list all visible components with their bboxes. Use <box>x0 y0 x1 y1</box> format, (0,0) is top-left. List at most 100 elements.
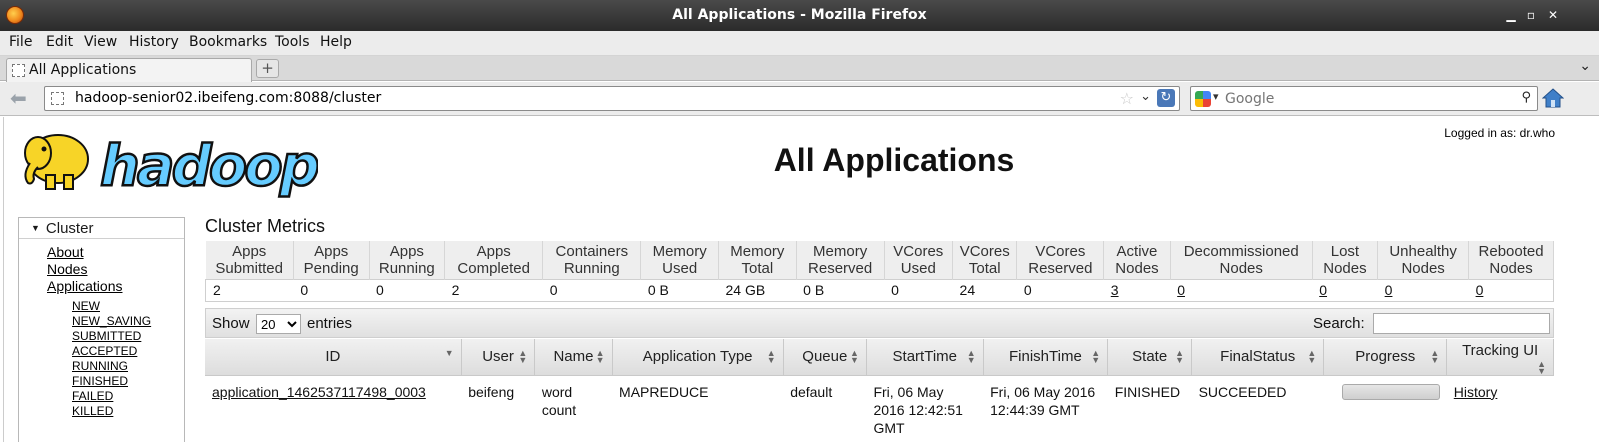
sidebar-state-finished[interactable]: FINISHED <box>72 374 128 388</box>
sort-both-icon: ▲ ▼ <box>1307 348 1317 365</box>
metric-header: Unhealthy Nodes <box>1377 241 1470 279</box>
sidebar-cluster-header[interactable]: ▼ Cluster <box>19 218 184 239</box>
column-header-state[interactable]: State ▲ ▼ <box>1107 339 1193 376</box>
metric-value: 0 <box>542 278 641 302</box>
metric-header: Memory Used <box>640 241 720 279</box>
menu-help[interactable]: Help <box>320 34 352 50</box>
google-engine-icon[interactable] <box>1195 91 1211 107</box>
lost-nodes-link[interactable]: 0 <box>1319 282 1327 298</box>
app-starttime-cell: Fri, 06 May 2016 12:42:51 GMT <box>873 383 963 436</box>
applications-table: ID ▼ User ▲ ▼ Name ▲ ▼ Application Type ▲ ▼ Que… <box>205 339 1554 442</box>
metric-value-link: 0 <box>1377 278 1469 302</box>
search-bar[interactable]: ▾ ⚲ <box>1190 86 1538 111</box>
svg-text:hadoop: hadoop <box>100 134 318 199</box>
sidebar-item-about[interactable]: About <box>47 244 84 260</box>
back-arrow-icon[interactable]: ⬅ <box>10 88 32 110</box>
menu-view[interactable]: View <box>84 34 117 50</box>
column-header-user[interactable]: User ▲ ▼ <box>461 339 536 376</box>
sort-both-icon: ▲ ▼ <box>1430 348 1440 365</box>
metric-header: Apps Completed <box>444 241 544 279</box>
menu-bar: File Edit View History Bookmarks Tools H… <box>0 31 1599 56</box>
menu-bookmarks[interactable]: Bookmarks <box>189 34 267 50</box>
sort-both-icon: ▲ ▼ <box>1091 348 1101 365</box>
menu-history[interactable]: History <box>129 34 179 50</box>
metric-header: VCores Used <box>884 241 954 279</box>
active-nodes-link[interactable]: 3 <box>1111 282 1119 298</box>
metric-header: Active Nodes <box>1103 241 1171 279</box>
metric-value: 0 <box>1016 278 1104 302</box>
unhealthy-nodes-link[interactable]: 0 <box>1385 282 1393 298</box>
url-history-chevron-icon[interactable]: ⌄ <box>1140 89 1151 104</box>
hadoop-logo[interactable]: hadoop <box>18 123 318 199</box>
page-content: hadoop Logged in as: dr.who All Applicat… <box>3 117 1567 442</box>
window-titlebar: All Applications - Mozilla Firefox ▁ ▫ ✕ <box>0 0 1599 31</box>
menu-tools[interactable]: Tools <box>275 34 310 50</box>
tab-list-chevron-icon[interactable]: ⌄ <box>1579 58 1591 74</box>
cluster-metrics-title: Cluster Metrics <box>205 216 326 236</box>
app-queue-cell: default <box>790 383 833 400</box>
sidebar-state-submitted[interactable]: SUBMITTED <box>72 329 141 343</box>
metric-header: Memory Reserved <box>796 241 885 279</box>
metric-header: Apps Pending <box>293 241 370 279</box>
table-search-input[interactable] <box>1373 313 1550 334</box>
engine-dropdown-icon[interactable]: ▾ <box>1213 90 1219 103</box>
maximize-button[interactable]: ▫ <box>1522 7 1540 23</box>
reload-icon[interactable]: ↻ <box>1157 89 1175 107</box>
column-header-label: User <box>482 348 514 366</box>
sort-desc-icon: ▼ <box>444 348 454 358</box>
menu-edit[interactable]: Edit <box>46 34 73 50</box>
sidebar-header-label: Cluster <box>45 220 94 237</box>
sidebar-item-applications[interactable]: Applications <box>47 278 123 294</box>
metric-header: VCores Total <box>952 241 1018 279</box>
sidebar-state-killed[interactable]: KILLED <box>72 404 113 418</box>
sidebar-state-failed[interactable]: FAILED <box>72 389 113 403</box>
home-icon[interactable] <box>1541 88 1565 108</box>
column-header-name[interactable]: Name ▲ ▼ <box>534 339 613 376</box>
column-header-starttime[interactable]: StartTime ▲ ▼ <box>866 339 984 376</box>
sidebar-item-nodes[interactable]: Nodes <box>47 261 87 277</box>
progress-bar <box>1341 383 1440 400</box>
url-bar[interactable]: hadoop-senior02.ibeifeng.com:8088/cluste… <box>44 86 1180 111</box>
sort-both-icon: ▲ ▼ <box>1537 359 1546 376</box>
sidebar: ▼ Cluster About Nodes Applications NEW NE… <box>18 217 185 442</box>
sidebar-state-new[interactable]: NEW <box>72 299 100 313</box>
metric-value: 24 <box>952 278 1017 302</box>
site-identity-icon <box>51 92 64 105</box>
app-id-link[interactable]: application_1462537117498_0003 <box>212 384 426 400</box>
column-header-application-type[interactable]: Application Type ▲ ▼ <box>612 339 784 376</box>
sidebar-state-new-saving[interactable]: NEW_SAVING <box>72 314 151 328</box>
column-header-tracking-ui[interactable]: Tracking UI ▲ ▼ <box>1446 339 1554 376</box>
sidebar-state-accepted[interactable]: ACCEPTED <box>72 344 137 358</box>
column-header-finalstatus[interactable]: FinalStatus ▲ ▼ <box>1191 339 1325 376</box>
column-header-queue[interactable]: Queue ▲ ▼ <box>783 339 867 376</box>
sort-both-icon: ▲ ▼ <box>850 348 859 365</box>
column-header-id[interactable]: ID ▼ <box>205 339 462 376</box>
metric-value: 2 <box>444 278 543 302</box>
web-search-input[interactable] <box>1225 89 1505 108</box>
tracking-history-link[interactable]: History <box>1454 384 1498 400</box>
close-button[interactable]: ✕ <box>1544 7 1562 23</box>
table-row: application_1462537117498_0003 beifeng w… <box>205 375 1554 442</box>
metric-header: Lost Nodes <box>1312 241 1379 279</box>
metric-value-link: 0 <box>1170 278 1313 302</box>
column-header-label: ID <box>325 348 341 366</box>
tab-all-applications[interactable]: All Applications <box>6 58 252 82</box>
column-header-progress[interactable]: Progress ▲ ▼ <box>1323 339 1448 376</box>
sidebar-state-running[interactable]: RUNNING <box>72 359 128 373</box>
url-text[interactable]: hadoop-senior02.ibeifeng.com:8088/cluste… <box>75 90 381 106</box>
decommissioned-nodes-link[interactable]: 0 <box>1177 282 1185 298</box>
entries-per-page-select[interactable]: 20 <box>256 314 301 334</box>
app-id-cell: application_1462537117498_0003 <box>205 375 461 442</box>
minimize-button[interactable]: ▁ <box>1502 7 1520 23</box>
sort-both-icon: ▲ ▼ <box>595 348 605 365</box>
page-title: All Applications <box>773 142 1015 178</box>
bookmark-star-icon[interactable]: ☆ <box>1120 89 1134 108</box>
menu-file[interactable]: File <box>9 34 32 50</box>
rebooted-nodes-link[interactable]: 0 <box>1476 282 1484 298</box>
metric-value-link: 0 <box>1468 278 1554 302</box>
search-go-icon[interactable]: ⚲ <box>1521 90 1531 105</box>
column-header-label: Progress <box>1355 348 1416 366</box>
column-header-finishtime[interactable]: FinishTime ▲ ▼ <box>983 339 1109 376</box>
new-tab-button[interactable]: + <box>256 59 279 78</box>
sort-both-icon: ▲ ▼ <box>1175 348 1185 365</box>
